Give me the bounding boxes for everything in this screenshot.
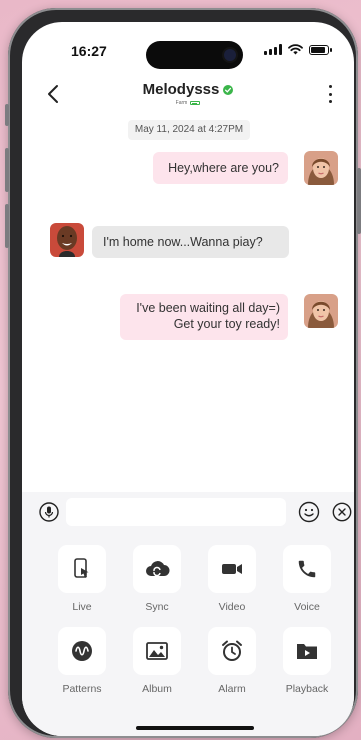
tool-alarm[interactable]: Alarm [194,627,270,695]
tool-icon-box [58,545,106,593]
tool-label: Sync [145,601,169,613]
tool-icon-box [208,545,256,593]
message-bubble-incoming: I'm home now...Wanna piay? [92,226,289,258]
message-text: I'm home now...Wanna piay? [103,235,263,249]
tools-panel: Live Sync Video Voice Patterns Album Ala… [22,534,354,736]
dynamic-island [146,41,243,69]
tool-patterns[interactable]: Patterns [44,627,120,695]
phone-touch-icon [74,558,89,578]
tool-video[interactable]: Video [194,545,270,613]
volume-down-button [5,204,9,248]
status-icons [264,44,332,55]
tool-icon-box [283,545,331,593]
tool-label: Playback [285,683,329,695]
emoji-icon[interactable] [298,501,320,523]
power-button [357,168,361,234]
avatar [50,223,84,257]
user-avatar-icon [304,294,338,328]
tool-sync[interactable]: Sync [119,545,195,613]
message-text: I've been waiting all day=) [136,301,280,315]
tool-label: Video [218,601,246,613]
battery-icon [309,44,332,55]
tool-label: Album [142,683,172,695]
tool-label: Patterns [62,683,102,695]
tool-playback[interactable]: Playback [269,627,345,695]
cloud-sync-icon [146,561,170,577]
video-camera-icon [222,564,242,574]
avatar [304,294,338,328]
wave-pattern-icon [72,641,92,661]
action-button [5,104,9,126]
microphone-icon[interactable] [39,502,59,522]
contact-name: Melodysss [142,81,220,98]
tool-album[interactable]: Album [119,627,195,695]
contact-avatar-icon [50,223,84,257]
tool-icon-box [133,627,181,675]
cellular-signal-icon [264,44,282,55]
contact-title: Melodysss Farm [22,81,354,106]
image-icon [146,642,168,660]
folder-play-icon [297,644,317,659]
tool-label: Voice [294,601,320,613]
status-bar: 16:27 [22,22,354,70]
alarm-clock-icon [222,640,242,661]
device-battery-icon [190,101,201,105]
tool-voice[interactable]: Voice [269,545,345,613]
tool-icon-box [283,627,331,675]
tool-label: Live [72,601,92,613]
tool-icon-box [208,627,256,675]
message-timestamp: May 11, 2024 at 4:27PM [128,120,250,140]
phone-frame: 16:27 Melodysss Farm May 11, 2024 at 4:2… [5,8,361,738]
message-input[interactable] [66,498,286,526]
volume-up-button [5,148,9,192]
message-text: Get your toy ready! [173,316,280,331]
message-bubble-outgoing: Hey,where are you? [153,152,288,184]
app-screen: 16:27 Melodysss Farm May 11, 2024 at 4:2… [22,22,354,736]
avatar [304,151,338,185]
message-text: Hey,where are you? [168,161,279,175]
message-composer [22,492,354,534]
user-avatar-icon [304,151,338,185]
wifi-icon [288,44,303,55]
chat-header: Melodysss Farm [22,74,354,118]
message-bubble-outgoing: I've been waiting all day=) Get your toy… [120,294,288,340]
tool-icon-box [58,627,106,675]
close-panel-icon[interactable] [332,502,352,522]
status-time: 16:27 [71,43,107,59]
home-indicator [136,726,254,730]
tool-icon-box [133,545,181,593]
tool-label: Alarm [218,683,246,695]
device-label: Farm [175,100,188,106]
front-camera-icon [224,49,236,61]
more-options-icon[interactable] [324,83,336,105]
phone-call-icon [298,560,316,578]
tool-live[interactable]: Live [44,545,120,613]
verified-check-icon [223,84,234,95]
